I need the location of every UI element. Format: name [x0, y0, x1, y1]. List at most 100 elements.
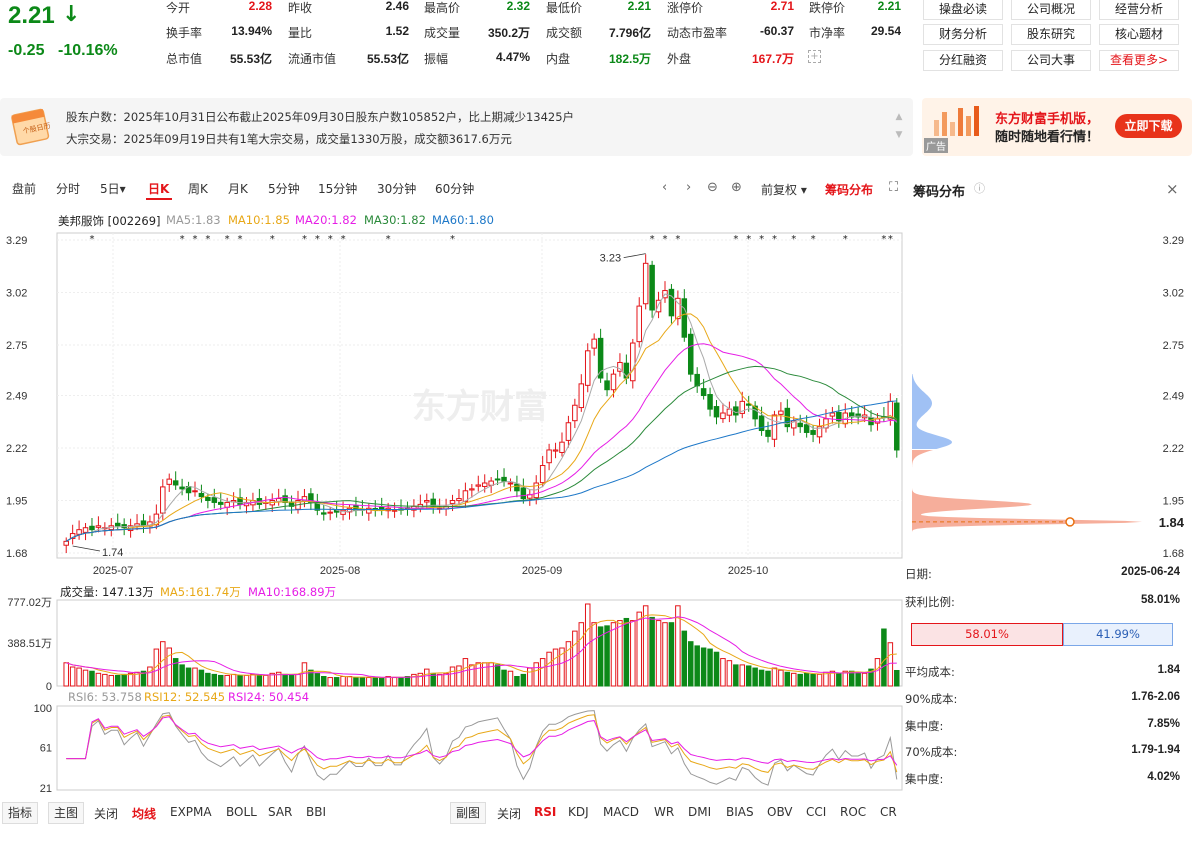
price-tick-left-5: 1.95 — [6, 496, 27, 508]
event-marker-1: * — [180, 234, 185, 245]
price-tick-right-0: 3.29 — [1163, 235, 1184, 247]
price-tick-left-2: 2.75 — [6, 340, 27, 352]
price-tick-left-3: 2.49 — [6, 391, 27, 403]
volume-bar-89 — [636, 611, 642, 687]
main-indicator-tab-3[interactable]: 均线 — [132, 805, 156, 822]
event-marker-0: * — [89, 234, 94, 245]
candle-body-71 — [520, 487, 527, 500]
volume-bar-2 — [76, 667, 82, 687]
volume-bar-110 — [771, 667, 778, 687]
volume-bar-61 — [456, 665, 462, 687]
chip-date-label: 日期: — [905, 567, 932, 581]
volume-bar-113 — [791, 672, 797, 687]
volume-bar-42 — [333, 677, 340, 687]
volume-bar-37 — [301, 662, 308, 687]
candle-body-126 — [874, 418, 881, 424]
sub-indicator-tab-1[interactable]: 关闭 — [497, 805, 521, 822]
main-indicator-tab-6[interactable]: SAR — [268, 805, 292, 819]
low-annotation: 1.74 — [102, 547, 123, 559]
volume-bar-10 — [127, 672, 134, 687]
event-marker-16: * — [733, 234, 738, 245]
sub-indicator-tab-0[interactable]: 副图 — [450, 802, 487, 824]
price-tick-left-1: 3.02 — [6, 287, 27, 299]
main-indicator-tab-2[interactable]: 关闭 — [94, 805, 118, 822]
loss-bar: 41.99% — [1063, 623, 1173, 646]
sub-indicator-tab-6[interactable]: DMI — [688, 805, 711, 819]
volume-bar-62 — [462, 658, 469, 687]
candle-body-111 — [778, 410, 784, 415]
volume-bar-108 — [758, 669, 765, 687]
candle-body-90 — [642, 262, 649, 305]
sub-indicator-tab-2[interactable]: RSI — [534, 805, 556, 819]
chip-row-value-4: 4.02% — [1147, 771, 1180, 783]
volume-bar-53 — [404, 676, 411, 687]
volume-bar-98 — [694, 645, 700, 687]
volume-bar-115 — [803, 672, 810, 687]
candle-body-82 — [591, 338, 597, 349]
candle-body-22 — [205, 496, 211, 502]
event-marker-6: * — [270, 234, 275, 245]
sub-indicator-tab-9[interactable]: CCI — [806, 805, 826, 819]
candle-body-118 — [823, 418, 829, 429]
main-indicator-tab-5[interactable]: BOLL — [226, 805, 257, 819]
main-indicator-tab-4[interactable]: EXPMA — [170, 805, 212, 819]
candle-body-114 — [797, 422, 803, 428]
volume-bar-126 — [874, 658, 881, 687]
volume-bar-92 — [655, 620, 662, 687]
volume-bar-103 — [726, 660, 733, 687]
event-marker-14: * — [662, 234, 667, 245]
volume-bar-6 — [102, 673, 108, 687]
candle-body-109 — [765, 429, 771, 437]
sub-indicator-tab-8[interactable]: OBV — [767, 805, 793, 819]
kline-chart[interactable]: 东方财富 3.29 3.29 3.02 3.02 2.75 2.75 2.49 2.49 2.22… — [0, 0, 1201, 846]
rsi-tick-1: 61 — [40, 742, 52, 754]
volume-bar-85 — [610, 622, 617, 687]
sub-indicator-tab-7[interactable]: BIAS — [726, 805, 754, 819]
sub-indicator-tab-11[interactable]: CR — [880, 805, 897, 819]
price-tick-right-3: 2.49 — [1163, 391, 1184, 403]
date-tick-0: 2025-07 — [93, 565, 133, 577]
candle-body-94 — [668, 288, 675, 317]
event-marker-3: * — [205, 234, 210, 245]
volume-bar-65 — [481, 662, 488, 687]
price-tick-right-1: 3.02 — [1163, 287, 1184, 299]
sub-indicator-tab-3[interactable]: KDJ — [568, 805, 589, 819]
candle-body-91 — [649, 264, 655, 311]
chip-date: 2025-06-24 — [1121, 566, 1180, 578]
event-marker-13: * — [650, 234, 655, 245]
volume-bar-99 — [700, 647, 707, 687]
candle-body-69 — [507, 482, 514, 485]
low-annotation-arrow — [72, 545, 101, 552]
volume-bar-87 — [623, 617, 630, 687]
event-marker-18: * — [759, 234, 764, 245]
chip-row-label-4: 集中度: — [905, 772, 944, 786]
main-indicator-tab-7[interactable]: BBI — [306, 805, 326, 819]
volume-bar-21 — [198, 669, 205, 687]
chip-row-label-2: 集中度: — [905, 719, 944, 733]
volume-bar-45 — [353, 677, 359, 687]
sub-indicator-tab-4[interactable]: MACD — [603, 805, 639, 819]
candle-body-88 — [630, 342, 636, 382]
event-marker-2: * — [192, 234, 197, 245]
candle-body-40 — [321, 512, 327, 515]
main-indicator-tab-0[interactable]: 指标 — [2, 802, 39, 824]
main-indicator-tab-1[interactable]: 主图 — [48, 802, 85, 824]
volume-bar-59 — [443, 672, 449, 687]
volume-bar-27 — [237, 674, 243, 687]
volume-bar-15 — [160, 641, 166, 687]
sub-indicator-tab-5[interactable]: WR — [654, 805, 674, 819]
event-marker-15: * — [675, 234, 680, 245]
candle-body-115 — [803, 424, 810, 433]
candle-body-17 — [172, 480, 179, 486]
volume-bar-75 — [546, 651, 552, 687]
volume-bar-9 — [121, 673, 127, 687]
candle-body-41 — [327, 511, 333, 514]
chip-row-label-1: 90%成本: — [905, 692, 958, 706]
volume-bar-120 — [836, 672, 842, 687]
sub-indicator-tab-10[interactable]: ROC — [840, 805, 866, 819]
volume-bar-100 — [707, 648, 713, 687]
volume-bar-80 — [578, 622, 585, 687]
volume-tick-1: 388.51万 — [7, 638, 52, 650]
candle-body-100 — [707, 394, 713, 410]
volume-bar-29 — [250, 673, 256, 687]
